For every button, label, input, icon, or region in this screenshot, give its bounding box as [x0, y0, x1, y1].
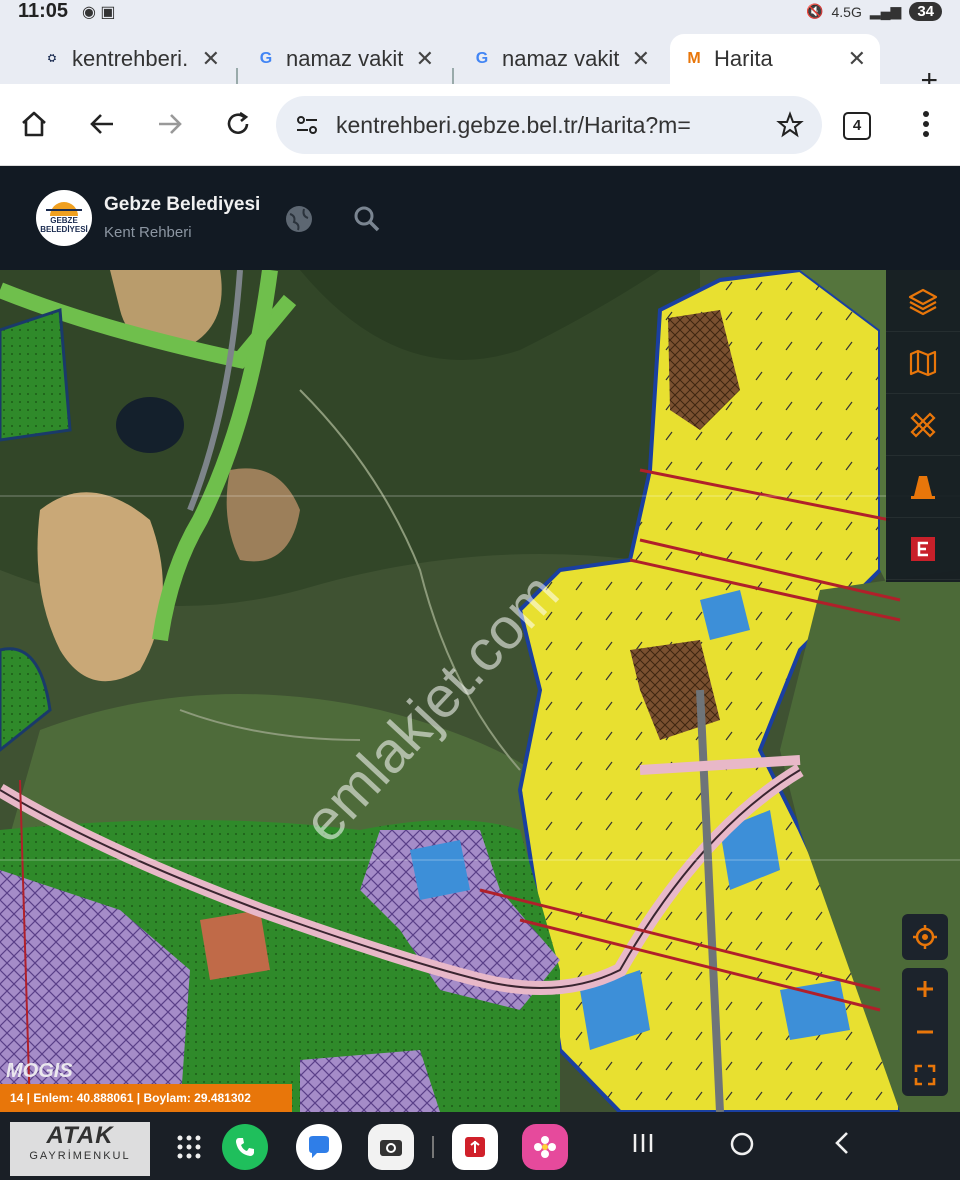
- layers-button[interactable]: [886, 270, 960, 332]
- layers-icon: [908, 288, 938, 315]
- atak-watermark-logo: ATAK GAYRİMENKUL: [10, 1122, 150, 1176]
- mogis-favicon-icon: M: [687, 50, 701, 67]
- crosshair-icon: [913, 925, 937, 949]
- map-tool-panel: [886, 270, 960, 582]
- app-header: GEBZE BELEDİYESİ Gebze Belediyesi Kent R…: [0, 166, 960, 270]
- measure-icon: [910, 411, 936, 438]
- recents-icon: [633, 1134, 653, 1152]
- battery-badge: 34: [909, 2, 942, 21]
- forward-button[interactable]: [150, 104, 190, 144]
- close-tab-icon[interactable]: ✕: [202, 46, 220, 72]
- arrow-right-icon: [159, 114, 182, 134]
- google-favicon-icon: G: [259, 50, 273, 67]
- home-nav-button[interactable]: [728, 1130, 756, 1165]
- e-icon: [911, 536, 935, 561]
- google-favicon-icon: G: [475, 50, 489, 67]
- ziraat-app-button[interactable]: [452, 1124, 498, 1170]
- reload-button[interactable]: [218, 104, 258, 144]
- back-nav-button[interactable]: [830, 1130, 856, 1163]
- close-tab-icon[interactable]: ✕: [848, 46, 866, 72]
- e-button[interactable]: [886, 518, 960, 580]
- notification-icons: ◉ ▣: [82, 4, 116, 21]
- logo-text: GEBZE BELEDİYESİ: [40, 216, 88, 234]
- signal-icon: ▂▄▆: [869, 3, 902, 19]
- home-button[interactable]: [14, 104, 54, 144]
- tab-title: kentrehberi.: [72, 46, 189, 71]
- site-settings-icon[interactable]: [294, 112, 320, 138]
- close-tab-icon[interactable]: ✕: [632, 46, 650, 72]
- menu-button[interactable]: [906, 104, 946, 144]
- star-icon[interactable]: [776, 111, 804, 139]
- tab-title: Harita: [714, 46, 773, 71]
- arrow-left-icon: [90, 114, 113, 134]
- cone-icon: [911, 475, 935, 499]
- tab-title: namaz vakit: [286, 46, 404, 71]
- gebze-logo[interactable]: GEBZE BELEDİYESİ: [36, 190, 92, 246]
- tab-title: namaz vakit: [502, 46, 620, 71]
- tab-strip: ⛭ kentrehberi. ✕ G namaz vakit ✕ G namaz…: [0, 28, 960, 97]
- search-icon[interactable]: [352, 204, 382, 234]
- home-icon: [22, 111, 46, 137]
- atak-logo-subtitle: GAYRİMENKUL: [29, 1150, 131, 1162]
- gebze-favicon-icon: ⛭: [48, 53, 56, 64]
- sun-logo-icon: [46, 202, 82, 216]
- messages-app-button[interactable]: [296, 1124, 342, 1170]
- camera-app-button[interactable]: [368, 1124, 414, 1170]
- basemap-button[interactable]: [886, 332, 960, 394]
- kebab-menu-icon: [923, 111, 929, 137]
- browser-toolbar: kentrehberi.gebze.bel.tr/Harita?m= 4: [0, 84, 960, 166]
- gallery-app-button[interactable]: [522, 1124, 568, 1170]
- page-title: Gebze Belediyesi: [104, 194, 261, 215]
- app-drawer-button[interactable]: [166, 1124, 212, 1170]
- url-text[interactable]: kentrehberi.gebze.bel.tr/Harita?m=: [336, 112, 776, 139]
- page-subtitle: Kent Rehberi: [104, 224, 192, 241]
- status-bar: 11:05 ◉ ▣ 🔇 4.5G ▂▄▆ 34: [0, 0, 960, 28]
- phone-icon: [236, 1138, 254, 1156]
- alert-button[interactable]: [886, 456, 960, 518]
- measure-button[interactable]: [886, 394, 960, 456]
- tab-switcher-button[interactable]: 4: [843, 112, 871, 140]
- android-nav-bar: ATAK GAYRİMENKUL: [0, 1112, 960, 1180]
- reload-icon: [227, 111, 249, 134]
- tab-harita[interactable]: M Harita ✕: [670, 34, 880, 84]
- status-right: 🔇 4.5G ▂▄▆ 34: [806, 2, 942, 21]
- camera-icon: [380, 1140, 402, 1156]
- close-tab-icon[interactable]: ✕: [416, 46, 434, 72]
- phone-app-button[interactable]: [222, 1124, 268, 1170]
- zoom-controls: [902, 968, 948, 1096]
- dock-divider: [432, 1136, 434, 1158]
- address-bar[interactable]: kentrehberi.gebze.bel.tr/Harita?m=: [276, 96, 822, 154]
- locate-button[interactable]: [902, 914, 948, 960]
- atak-logo-title: ATAK: [46, 1122, 114, 1149]
- map-icon: [909, 349, 937, 376]
- tab-namaz-2[interactable]: G namaz vakit ✕: [458, 34, 664, 84]
- mute-icon: 🔇: [806, 3, 824, 19]
- zoom-in-icon[interactable]: [913, 977, 937, 1001]
- flower-icon: [534, 1136, 556, 1158]
- tab-kentrehberi[interactable]: ⛭ kentrehberi. ✕: [28, 34, 234, 84]
- globe-icon[interactable]: [284, 204, 314, 234]
- grid-icon: [177, 1135, 201, 1159]
- mogis-brand: MOGIS: [6, 1060, 73, 1082]
- back-button[interactable]: [82, 104, 122, 144]
- status-time: 11:05: [18, 0, 69, 22]
- recents-button[interactable]: [630, 1130, 656, 1163]
- fullscreen-icon[interactable]: [913, 1063, 937, 1087]
- coordinates-readout: 14 | Enlem: 40.888061 | Boylam: 29.48130…: [0, 1084, 292, 1112]
- home-circle-icon: [730, 1132, 754, 1156]
- back-chevron-icon: [835, 1132, 848, 1154]
- bank-app-icon: [465, 1137, 485, 1157]
- map-canvas[interactable]: emlakjet.com: [0, 270, 960, 1112]
- tab-namaz-1[interactable]: G namaz vakit ✕: [242, 34, 448, 84]
- network-label: 4.5G: [831, 3, 862, 20]
- zoom-out-icon[interactable]: [913, 1020, 937, 1044]
- message-bubble-icon: [309, 1136, 329, 1158]
